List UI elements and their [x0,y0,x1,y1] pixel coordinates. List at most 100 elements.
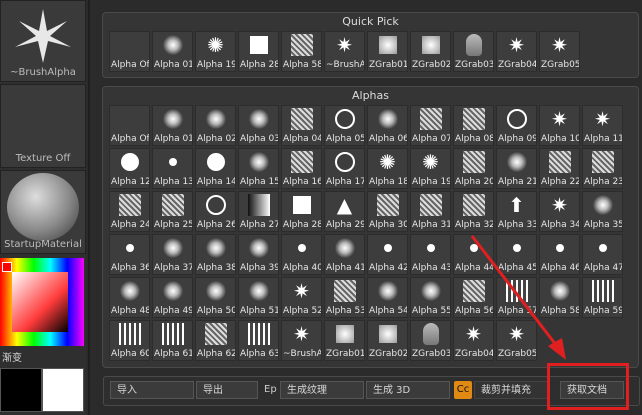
alpha-item[interactable]: Alpha 58 [539,277,580,318]
alpha-item[interactable]: Alpha 35 [582,191,623,232]
texture-tile[interactable]: Texture Off [0,84,86,168]
color-picker[interactable] [0,258,84,346]
alpha-item[interactable]: Alpha 30 [367,191,408,232]
alpha-item[interactable]: Alpha Off [109,105,150,146]
export-button[interactable]: 导出 [196,381,258,399]
alpha-item[interactable]: Alpha 23 [582,148,623,189]
alpha-item[interactable]: Alpha 40 [281,234,322,275]
alpha-item[interactable]: ✷ Alpha 11 [582,105,623,146]
alpha-item[interactable]: ZGrab01 [324,320,365,361]
alpha-item[interactable]: ✷ ~BrushAlpha [281,320,322,361]
alpha-item[interactable]: Alpha 55 [410,277,451,318]
alpha-item[interactable]: Alpha 56 [453,277,494,318]
alpha-item[interactable]: Alpha 50 [195,277,236,318]
alpha-item[interactable]: Alpha 61 [152,320,193,361]
alpha-item[interactable]: Alpha 28 [281,191,322,232]
alpha-item[interactable]: ZGrab02 [367,320,408,361]
quick-pick-item[interactable]: Alpha 58 [281,31,322,72]
alpha-item[interactable]: Alpha 31 [410,191,451,232]
alpha-item[interactable]: Alpha 21 [496,148,537,189]
alpha-item[interactable]: Alpha 57 [496,277,537,318]
alpha-item[interactable]: ✷ ZGrab04 [453,320,494,361]
alpha-item[interactable]: Alpha 51 [238,277,279,318]
alpha-item[interactable]: Alpha 14 [195,148,236,189]
alpha-item[interactable]: Alpha 27 [238,191,279,232]
alpha-item[interactable]: Alpha 08 [453,105,494,146]
alpha-item[interactable]: Alpha 26 [195,191,236,232]
quick-pick-item[interactable]: ✷ ~BrushAlpha [324,31,365,72]
alpha-item[interactable]: Alpha 12 [109,148,150,189]
alpha-item[interactable]: Alpha 47 [582,234,623,275]
alpha-item[interactable]: Alpha 09 [496,105,537,146]
secondary-color-swatch[interactable] [0,368,42,412]
alpha-item[interactable]: Alpha 15 [238,148,279,189]
alpha-item[interactable]: Alpha 59 [582,277,623,318]
face-icon [454,32,493,57]
alpha-item[interactable]: Alpha 02 [195,105,236,146]
alpha-item[interactable]: ✷ Alpha 10 [539,105,580,146]
alpha-item[interactable]: Alpha 38 [195,234,236,275]
small-dot-icon [368,235,407,260]
alpha-item[interactable]: Alpha 46 [539,234,580,275]
alpha-item[interactable]: Alpha 20 [453,148,494,189]
alpha-item[interactable]: Alpha 45 [496,234,537,275]
alpha-item[interactable]: ✺ Alpha 18 [367,148,408,189]
alpha-item[interactable]: Alpha 16 [281,148,322,189]
alpha-item-label: Alpha 35 [584,220,622,230]
material-tile[interactable]: StartupMaterial [0,170,86,254]
alpha-item[interactable]: Alpha 13 [152,148,193,189]
quick-pick-item[interactable]: ✷ ZGrab04 [496,31,537,72]
alpha-item[interactable]: Alpha 41 [324,234,365,275]
import-button[interactable]: 导入 [110,381,194,399]
alpha-item[interactable]: Alpha 37 [152,234,193,275]
alpha-item[interactable]: Alpha 44 [453,234,494,275]
brush-alpha-tile[interactable]: ~BrushAlpha [0,0,86,82]
alpha-item[interactable]: Alpha 01 [152,105,193,146]
soft-dot-icon [239,106,278,131]
alpha-item[interactable]: Alpha 24 [109,191,150,232]
alpha-item[interactable]: ⬆ Alpha 33 [496,191,537,232]
alpha-item[interactable]: Alpha 25 [152,191,193,232]
alpha-item[interactable]: ZGrab03 [410,320,451,361]
quick-pick-item[interactable]: Alpha 01 [152,31,193,72]
saturation-square[interactable] [12,272,68,332]
alpha-item[interactable]: ✷ Alpha 52 [281,277,322,318]
alpha-item[interactable]: Alpha 36 [109,234,150,275]
quick-pick-item[interactable]: ✷ ZGrab05 [539,31,580,72]
quick-pick-item[interactable]: ZGrab03 [453,31,494,72]
alpha-item[interactable]: ✺ Alpha 19 [410,148,451,189]
quick-pick-title: Quick Pick [342,15,399,28]
alpha-item[interactable]: Alpha 22 [539,148,580,189]
alpha-item-label: Alpha Off [111,134,149,144]
alpha-item[interactable]: Alpha 32 [453,191,494,232]
quick-pick-item[interactable]: Alpha Off [109,31,150,72]
alpha-item[interactable]: Alpha 48 [109,277,150,318]
alpha-item[interactable]: Alpha 42 [367,234,408,275]
make-3d-button[interactable]: 生成 3D [366,381,450,399]
quick-pick-item[interactable]: ZGrab02 [410,31,451,72]
alpha-item[interactable]: Alpha 62 [195,320,236,361]
alpha-item[interactable]: Alpha 04 [281,105,322,146]
alpha-item[interactable]: Alpha 54 [367,277,408,318]
alpha-item[interactable]: ✷ ZGrab05 [496,320,537,361]
quick-pick-item[interactable]: ZGrab01 [367,31,408,72]
alpha-item[interactable]: Alpha 03 [238,105,279,146]
cc-toggle-icon[interactable]: Cc [454,381,472,399]
alpha-item[interactable]: Alpha 17 [324,148,365,189]
main-color-swatch[interactable] [42,368,84,412]
make-texture-button[interactable]: 生成纹理 [280,381,364,399]
alpha-item[interactable]: ✷ Alpha 34 [539,191,580,232]
alpha-item[interactable]: Alpha 43 [410,234,451,275]
alpha-item[interactable]: Alpha 53 [324,277,365,318]
quick-pick-item[interactable]: ✺ Alpha 19 [195,31,236,72]
alpha-item[interactable]: Alpha 60 [109,320,150,361]
alpha-item[interactable]: Alpha 06 [367,105,408,146]
crop-fill-button[interactable]: 裁剪并填充 [474,381,550,399]
alpha-item[interactable]: Alpha 63 [238,320,279,361]
alpha-item[interactable]: Alpha 49 [152,277,193,318]
quick-pick-item[interactable]: Alpha 28 [238,31,279,72]
alpha-item[interactable]: Alpha 05 [324,105,365,146]
alpha-item[interactable]: Alpha 07 [410,105,451,146]
alpha-item[interactable]: ▲ Alpha 29 [324,191,365,232]
alpha-item[interactable]: Alpha 39 [238,234,279,275]
